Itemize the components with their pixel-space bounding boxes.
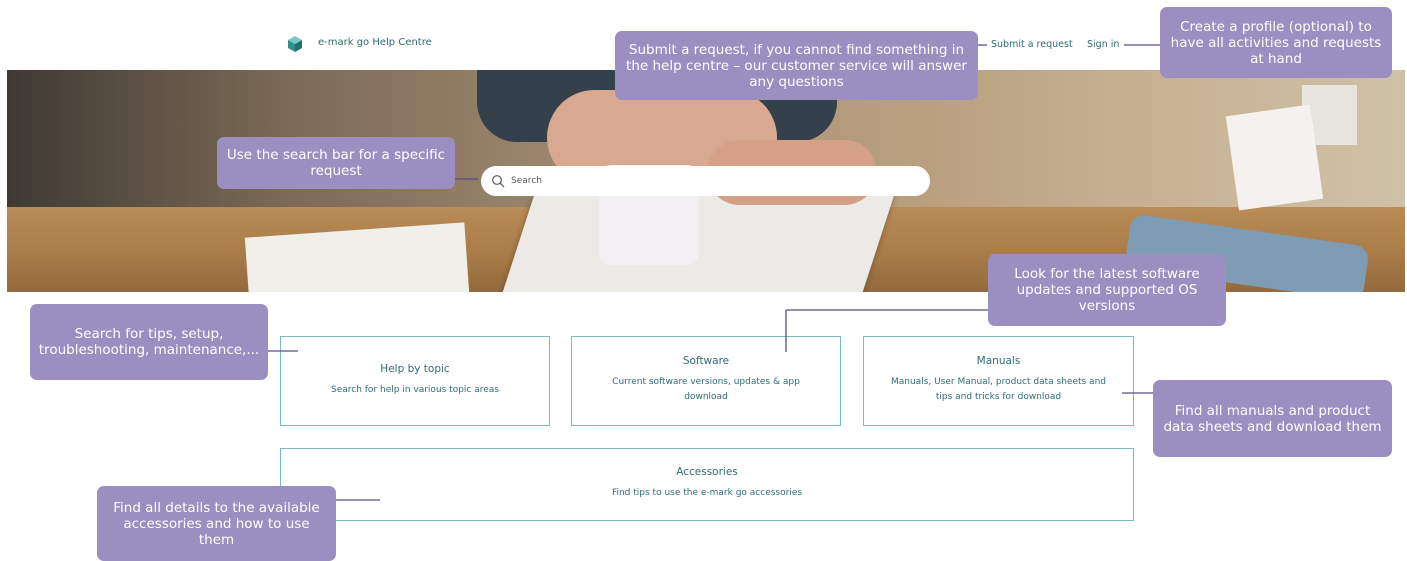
sign-in-link[interactable]: Sign in (1087, 39, 1119, 50)
card-description: Manuals, User Manual, product data sheet… (890, 377, 1106, 402)
search-input[interactable] (511, 166, 911, 196)
callout-accessories: Find all details to the available access… (97, 486, 336, 561)
search-bar[interactable] (481, 166, 930, 196)
card-description: Find tips to use the e-mark go accessori… (611, 488, 803, 498)
card-software[interactable]: Software Current software versions, upda… (571, 336, 841, 426)
callout-help-topics: Search for tips, setup, troubleshooting,… (30, 304, 268, 380)
callout-create-profile: Create a profile (optional) to have all … (1160, 7, 1392, 78)
submit-request-link[interactable]: Submit a request (991, 39, 1073, 50)
card-description: Search for help in various topic areas (330, 385, 500, 395)
callout-search-bar: Use the search bar for a specific reques… (217, 137, 455, 189)
card-accessories[interactable]: Accessories Find tips to use the e-mark … (280, 448, 1134, 521)
hero-box-front (1225, 104, 1324, 211)
card-help-by-topic[interactable]: Help by topic Search for help in various… (280, 336, 550, 426)
callout-manuals: Find all manuals and product data sheets… (1153, 380, 1392, 457)
search-icon (492, 175, 505, 188)
card-title: Manuals (976, 355, 1021, 367)
card-title: Accessories (676, 466, 738, 478)
card-title: Software (682, 355, 730, 367)
card-title: Help by topic (380, 363, 450, 375)
card-manuals[interactable]: Manuals Manuals, User Manual, product da… (863, 336, 1134, 426)
callout-software-updates: Look for the latest software updates and… (988, 254, 1226, 326)
callout-submit-request: Submit a request, if you cannot find som… (615, 31, 978, 100)
brand-name[interactable]: e-mark go Help Centre (318, 37, 432, 48)
card-description: Current software versions, updates & app… (612, 377, 800, 402)
cube-logo-icon[interactable] (286, 35, 304, 53)
